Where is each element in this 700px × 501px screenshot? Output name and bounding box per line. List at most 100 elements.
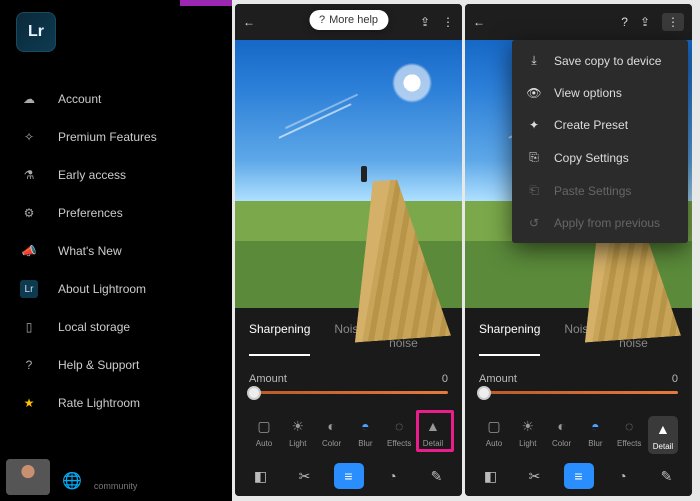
paste-icon: ⎗ [526, 183, 542, 198]
menu-copy-settings[interactable]: ⎘Copy Settings [512, 141, 688, 174]
sidebar-item-label: Local storage [58, 320, 130, 334]
tool-effects[interactable]: ◌Effects [614, 416, 644, 454]
avatar[interactable] [6, 459, 50, 495]
light-icon: ☀ [518, 416, 538, 436]
sidebar-item-whats-new[interactable]: 📣 What's New [0, 232, 232, 270]
apply-icon: ↺ [526, 216, 542, 230]
help-icon: ? [319, 14, 325, 26]
sidebar-item-early-access[interactable]: ⚗ Early access [0, 156, 232, 194]
amount-slider[interactable] [249, 391, 448, 394]
tool-detail[interactable]: ▲Detail [418, 416, 448, 448]
effects-icon: ◌ [389, 416, 409, 436]
phone-screens: ← ⇪ ⋮ ? More help Sharpening Noise Color… [232, 0, 696, 501]
more-icon[interactable]: ⋮ [662, 13, 684, 31]
tool-light[interactable]: ☀ Light [513, 416, 543, 454]
tool-blur[interactable]: ◓ Blur [350, 416, 380, 448]
community-label: community [94, 481, 138, 495]
sidebar-item-about[interactable]: Lr About Lightroom [0, 270, 232, 308]
phone-screen-1: ← ⇪ ⋮ ? More help Sharpening Noise Color… [235, 4, 462, 496]
tool-label: Auto [256, 439, 272, 448]
auto-icon: ▢ [254, 416, 274, 436]
menu-paste-settings: ⎗ Paste Settings [512, 174, 688, 207]
sidebar-item-label: Premium Features [58, 130, 157, 144]
amount-slider[interactable] [479, 391, 678, 394]
tab-sharpening[interactable]: Sharpening [249, 322, 310, 356]
back-icon[interactable]: ← [473, 15, 485, 29]
tool-label: Detail [653, 442, 673, 451]
detail-icon: ▲ [653, 419, 673, 439]
slider-label: Amount [479, 373, 517, 385]
edit-crop-btn[interactable]: ✂ [290, 463, 320, 489]
back-icon[interactable]: ← [243, 15, 255, 29]
top-bar: ← ? ⇪ ⋮ [465, 4, 692, 40]
color-icon: ◐ [322, 416, 342, 436]
edit-presets-btn[interactable]: ◧ [246, 463, 276, 489]
tool-auto[interactable]: ▢Auto [479, 416, 509, 454]
lightroom-logo[interactable]: Lr [16, 12, 56, 52]
gear-icon: ⚙ [20, 204, 38, 222]
sidebar-item-label: What's New [58, 244, 122, 258]
menu-save-copy[interactable]: ⤓Save copy to device [512, 44, 688, 77]
sidebar-item-help[interactable]: ? Help & Support [0, 346, 232, 384]
blur-icon: ◓ [585, 416, 605, 436]
tool-effects[interactable]: ◌Effects [384, 416, 414, 448]
logo-text: Lr [28, 23, 44, 41]
download-icon: ⤓ [526, 53, 542, 68]
tool-light[interactable]: ☀Light [283, 416, 313, 448]
more-icon[interactable]: ⋮ [442, 15, 454, 29]
sidebar-item-label: Preferences [58, 206, 123, 220]
auto-icon: ▢ [484, 416, 504, 436]
tool-color[interactable]: ◐Color [547, 416, 577, 454]
sidebar-menu: ☁ Account ✧ Premium Features ⚗ Early acc… [0, 80, 232, 422]
tool-detail[interactable]: ▲ Detail [648, 416, 678, 454]
tool-label: Blur [358, 439, 372, 448]
star-outline-icon: ✧ [20, 128, 38, 146]
help-icon[interactable]: ? [621, 15, 628, 29]
detail-icon: ▲ [423, 416, 443, 436]
blur-icon: ◓ [355, 416, 375, 436]
edit-sliders-btn[interactable]: ≡ [564, 463, 594, 489]
edit-masking-btn[interactable]: ◔ [378, 463, 408, 489]
sidebar-item-label: Help & Support [58, 358, 139, 372]
lr-badge-icon: Lr [20, 280, 38, 298]
slider-thumb[interactable] [247, 386, 261, 400]
sidebar-item-storage[interactable]: ▯ Local storage [0, 308, 232, 346]
share-icon[interactable]: ⇪ [640, 15, 650, 29]
edit-sliders-btn[interactable]: ≡ [334, 463, 364, 489]
preset-icon: ✦ [526, 118, 542, 132]
sidebar-item-account[interactable]: ☁ Account [0, 80, 232, 118]
cloud-icon: ☁ [20, 90, 38, 108]
effects-icon: ◌ [619, 416, 639, 436]
eye-icon: 👁 [526, 86, 542, 100]
more-help-pill[interactable]: ? More help [309, 10, 388, 30]
tool-color[interactable]: ◐Color [317, 416, 347, 448]
edit-presets-btn[interactable]: ◧ [476, 463, 506, 489]
tool-auto[interactable]: ▢ Auto [249, 416, 279, 448]
tab-sharpening[interactable]: Sharpening [479, 322, 540, 356]
edit-heal-btn[interactable]: ✎ [652, 463, 682, 489]
app-sidebar: Lr ☁ Account ✧ Premium Features ⚗ Early … [0, 0, 232, 501]
menu-view-options[interactable]: 👁View options [512, 77, 688, 109]
globe-icon[interactable]: 🌐 [56, 467, 88, 495]
menu-label: Paste Settings [554, 184, 631, 198]
photo-preview[interactable] [235, 40, 462, 308]
share-icon[interactable]: ⇪ [420, 15, 430, 29]
tool-blur[interactable]: ◓Blur [580, 416, 610, 454]
slider-thumb[interactable] [477, 386, 491, 400]
phone-screen-2: ← ? ⇪ ⋮ ⤓Save copy to device 👁View optio… [465, 4, 692, 496]
color-icon: ◐ [552, 416, 572, 436]
menu-label: Create Preset [554, 118, 628, 132]
sidebar-item-preferences[interactable]: ⚙ Preferences [0, 194, 232, 232]
sidebar-item-rate[interactable]: ★ Rate Lightroom [0, 384, 232, 422]
menu-apply-previous: ↺Apply from previous [512, 207, 688, 239]
tool-label: Light [519, 439, 536, 448]
edit-heal-btn[interactable]: ✎ [422, 463, 452, 489]
sidebar-item-label: Account [58, 92, 101, 106]
menu-create-preset[interactable]: ✦ Create Preset [512, 109, 688, 141]
bottom-edit-bar: ◧ ✂ ≡ ◔ ✎ [235, 456, 462, 496]
sidebar-item-premium[interactable]: ✧ Premium Features [0, 118, 232, 156]
edit-masking-btn[interactable]: ◔ [608, 463, 638, 489]
edit-crop-btn[interactable]: ✂ [520, 463, 550, 489]
sidebar-footer: 🌐 community [0, 453, 143, 501]
slider-value: 0 [672, 373, 678, 385]
